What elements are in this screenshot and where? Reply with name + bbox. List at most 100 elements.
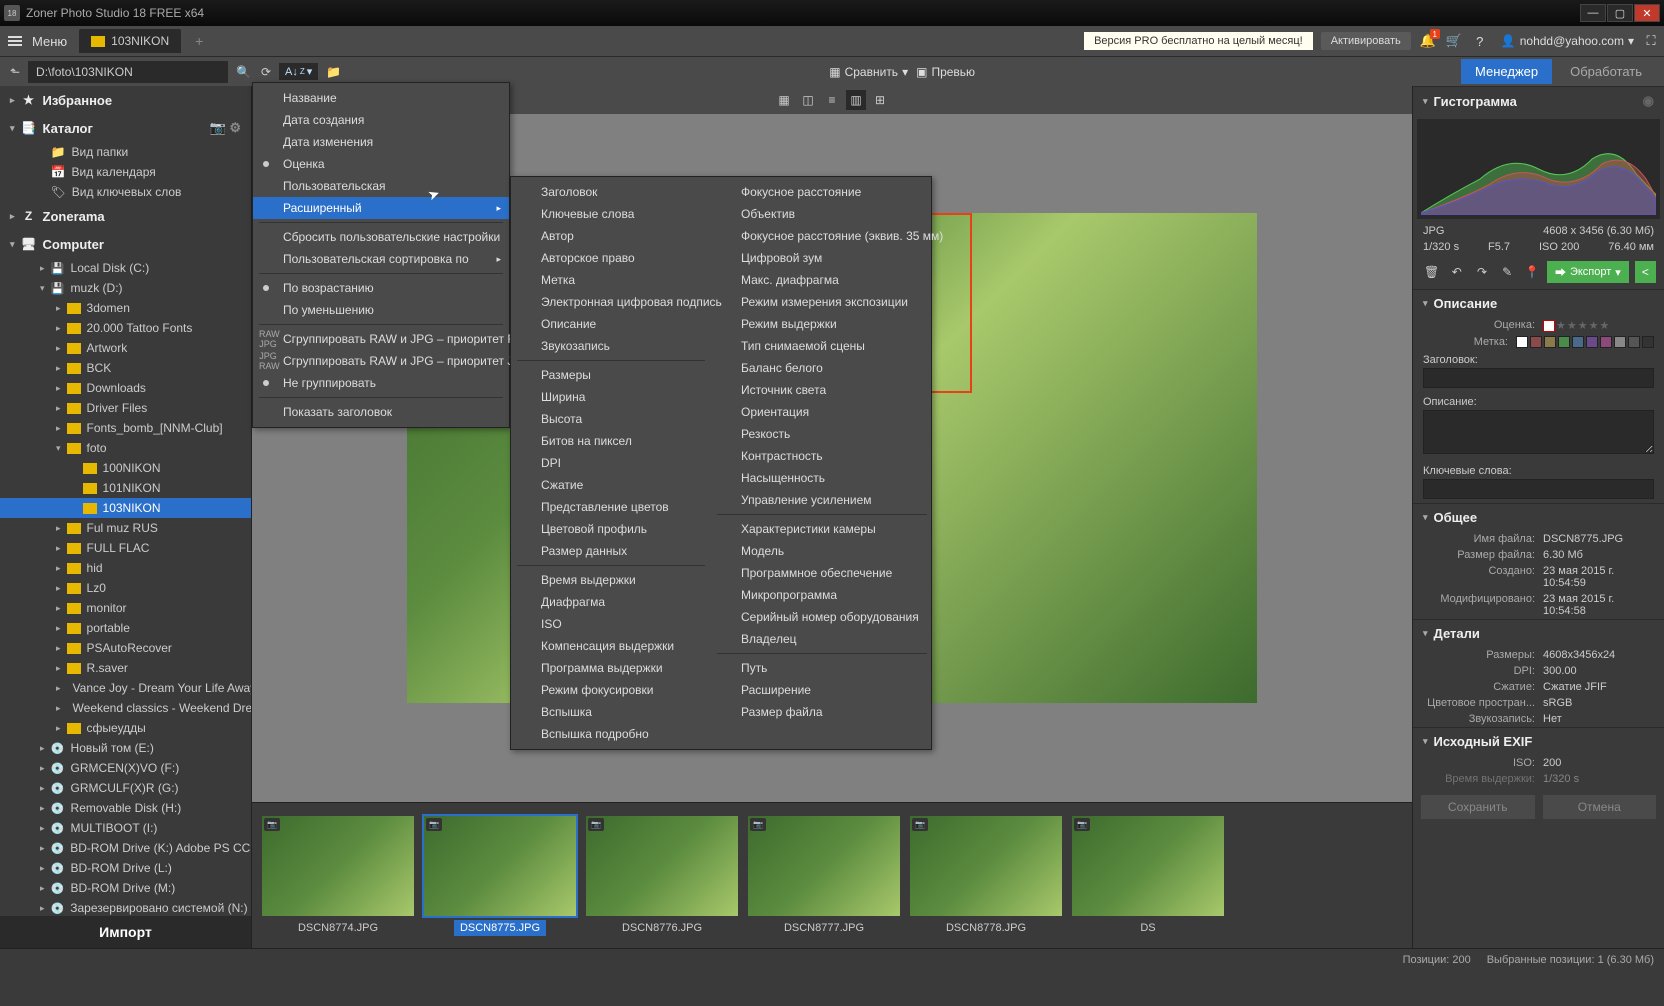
menu-item[interactable]: DPI (511, 452, 711, 474)
star-icon[interactable]: ★ (1600, 319, 1610, 332)
user-menu[interactable]: 👤nohdd@yahoo.com ▾ (1501, 34, 1634, 48)
sidebar-item-folder[interactable]: ▸Driver Files (0, 398, 251, 418)
share-button[interactable]: < (1635, 261, 1656, 283)
sidebar-item-folder[interactable]: ▾foto (0, 438, 251, 458)
sidebar-item-disk[interactable]: ▸💿Removable Disk (H:) (0, 798, 251, 818)
menu-item[interactable]: Режим фокусировки (511, 679, 711, 701)
menu-item[interactable]: Баланс белого (711, 357, 933, 379)
menu-item[interactable]: Фокусное расстояние (711, 181, 933, 203)
menu-item[interactable]: Расширенный▸ (253, 197, 509, 219)
sidebar-item-disk[interactable]: ▸💿BD-ROM Drive (L:) (0, 858, 251, 878)
menu-item[interactable]: Дата создания (253, 109, 509, 131)
menu-item[interactable]: Программное обеспечение (711, 562, 933, 584)
sidebar-item-folder[interactable]: ▸Weekend classics - Weekend Dreams (0, 698, 251, 718)
sidebar-item-folder[interactable]: ▸Lz0 (0, 578, 251, 598)
menu-item[interactable]: Источник света (711, 379, 933, 401)
color-swatch[interactable] (1642, 336, 1654, 348)
menu-item[interactable]: По возрастанию (253, 277, 509, 299)
preview-button[interactable]: ▣ Превью (916, 65, 975, 79)
menu-item[interactable]: Ориентация (711, 401, 933, 423)
menu-item[interactable]: Владелец (711, 628, 933, 650)
thumbnail[interactable]: 📷 DSCN8775.JPG (424, 816, 576, 936)
fullscreen-icon[interactable]: ⛶ (1642, 32, 1660, 50)
exif-header[interactable]: ▾Исходный EXIF (1413, 727, 1664, 755)
location-icon[interactable]: 📍 (1522, 261, 1543, 283)
menu-item[interactable]: Режим выдержки (711, 313, 933, 335)
menu-item[interactable]: Программа выдержки (511, 657, 711, 679)
menu-item[interactable]: По уменьшению (253, 299, 509, 321)
menu-item[interactable]: Время выдержки (511, 569, 711, 591)
menu-item[interactable]: Контрастность (711, 445, 933, 467)
color-swatch[interactable] (1572, 336, 1584, 348)
menu-item[interactable]: Серийный номер оборудования (711, 606, 933, 628)
view-grid-large-icon[interactable]: ▦ (774, 90, 794, 110)
menu-item[interactable]: Насыщенность (711, 467, 933, 489)
menu-item[interactable]: Режим измерения экспозиции (711, 291, 933, 313)
menu-item[interactable]: Сжатие (511, 474, 711, 496)
star-icon[interactable]: ★ (1589, 319, 1599, 332)
sidebar-item-folder[interactable]: ▸Downloads (0, 378, 251, 398)
minimize-button[interactable]: — (1580, 4, 1606, 22)
process-button[interactable]: Обработать (1556, 59, 1656, 84)
color-none[interactable] (1516, 336, 1528, 348)
sidebar-zonerama[interactable]: ▸ZZonerama (0, 202, 251, 230)
view-split-v-icon[interactable]: ◫ (798, 90, 818, 110)
manager-button[interactable]: Менеджер (1461, 59, 1552, 84)
sidebar-item-folder[interactable]: ▸3domen (0, 298, 251, 318)
gear-icon[interactable]: 📷 ⚙ (210, 120, 241, 136)
color-swatch[interactable] (1558, 336, 1570, 348)
view-list-icon[interactable]: ≡ (822, 90, 842, 110)
bell-icon[interactable]: 🔔1 (1419, 32, 1437, 50)
menu-item[interactable]: JPGRAWСгруппировать RAW и JPG – приорите… (253, 350, 509, 372)
sidebar-item[interactable]: ▸🏷Вид ключевых слов (0, 182, 251, 202)
color-swatch[interactable] (1614, 336, 1626, 348)
sidebar-item-folder[interactable]: ▸Fonts_bomb_[NNM-Club] (0, 418, 251, 438)
general-header[interactable]: ▾Общее (1413, 503, 1664, 531)
close-button[interactable]: ✕ (1634, 4, 1660, 22)
tab-add-button[interactable]: + (189, 33, 209, 49)
menu-item[interactable]: Компенсация выдержки (511, 635, 711, 657)
sidebar-item-folder[interactable]: ▸101NIKON (0, 478, 251, 498)
menu-item[interactable]: Размеры (511, 364, 711, 386)
sidebar-favorites[interactable]: ▸★Избранное (0, 86, 251, 114)
sidebar-item-disk[interactable]: ▸💿BD-ROM Drive (K:) Adobe PS CC 2015 (0, 838, 251, 858)
sidebar-item-folder[interactable]: ▸R.saver (0, 658, 251, 678)
menu-item[interactable]: Характеристики камеры (711, 518, 933, 540)
menu-item[interactable]: Автор (511, 225, 711, 247)
sidebar-item-disk[interactable]: ▸💿Новый том (E:) (0, 738, 251, 758)
thumbnail[interactable]: 📷 DSCN8777.JPG (748, 816, 900, 936)
sidebar-item-disk[interactable]: ▸💿BD-ROM Drive (M:) (0, 878, 251, 898)
menu-item[interactable]: Объектив (711, 203, 933, 225)
save-button[interactable]: Сохранить (1421, 795, 1535, 819)
menu-label[interactable]: Меню (32, 34, 67, 49)
sidebar-item[interactable]: ▸📅Вид календаря (0, 162, 251, 182)
menu-item[interactable]: Метка (511, 269, 711, 291)
sidebar-item-folder[interactable]: ▸Ful muz RUS (0, 518, 251, 538)
menu-item[interactable]: Оценка (253, 153, 509, 175)
sidebar-item-folder[interactable]: ▸monitor (0, 598, 251, 618)
color-swatch[interactable] (1530, 336, 1542, 348)
menu-item[interactable]: Авторское право (511, 247, 711, 269)
menu-item[interactable]: Электронная цифровая подпись (511, 291, 711, 313)
sidebar-item[interactable]: ▸📁Вид папки (0, 142, 251, 162)
menu-item[interactable]: Описание (511, 313, 711, 335)
import-button[interactable]: Импорт (0, 916, 251, 948)
rotate-left-icon[interactable]: ↶ (1446, 261, 1467, 283)
menu-item[interactable]: Сбросить пользовательские настройки (253, 226, 509, 248)
star-icon[interactable]: ★ (1567, 319, 1577, 332)
menu-item[interactable]: Управление усилением (711, 489, 933, 511)
sidebar-item-folder[interactable]: ▸сфыеудды (0, 718, 251, 738)
settings-icon[interactable]: ◉ (1643, 93, 1654, 109)
maximize-button[interactable]: ▢ (1607, 4, 1633, 22)
menu-item[interactable]: Ширина (511, 386, 711, 408)
path-input[interactable] (28, 61, 228, 83)
search-icon[interactable]: 🔍 (234, 63, 253, 81)
menu-item[interactable]: Показать заголовок (253, 401, 509, 423)
sidebar-item-disk[interactable]: ▾💾muzk (D:) (0, 278, 251, 298)
up-icon[interactable]: ⬑ (8, 63, 22, 81)
menu-item[interactable]: Цифровой зум (711, 247, 933, 269)
new-folder-icon[interactable]: 📁 (324, 63, 343, 81)
title-input[interactable] (1423, 368, 1654, 388)
refresh-icon[interactable]: ⟳ (259, 63, 273, 81)
menu-item[interactable]: Звукозапись (511, 335, 711, 357)
